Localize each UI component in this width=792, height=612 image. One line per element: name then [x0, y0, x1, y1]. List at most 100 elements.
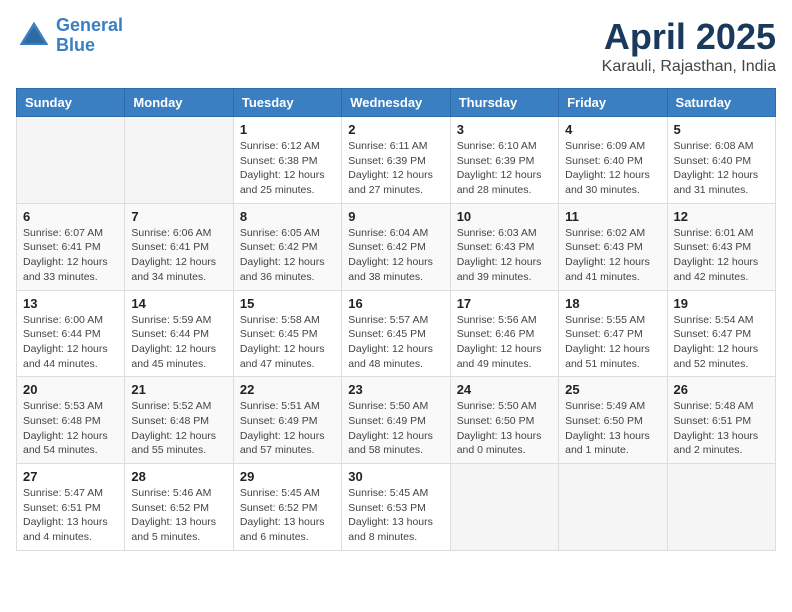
day-number: 11 [565, 209, 660, 224]
calendar-cell: 12 Sunrise: 6:01 AM Sunset: 6:43 PM Dayli… [667, 203, 775, 290]
calendar-cell: 23Sunrise: 5:50 AM Sunset: 6:49 PM Dayli… [342, 377, 450, 464]
day-number: 6 [23, 209, 118, 224]
day-number: 9 [348, 209, 443, 224]
calendar-cell: 9 Sunrise: 6:04 AM Sunset: 6:42 PM Daylig… [342, 203, 450, 290]
calendar-cell: 25 Sunrise: 5:49 AM Sunset: 6:50 PM Dayli… [559, 377, 667, 464]
calendar-cell: 29 Sunrise: 5:45 AM Sunset: 6:52 PM Dayli… [233, 464, 341, 551]
day-number: 4 [565, 122, 660, 137]
day-info: Sunrise: 6:08 AM Sunset: 6:40 PM Dayligh… [674, 139, 769, 198]
day-number: 20 [23, 382, 118, 397]
day-info: Sunrise: 5:55 AM Sunset: 6:47 PM Dayligh… [565, 313, 660, 372]
day-number: 12 [674, 209, 769, 224]
calendar-cell: 21Sunrise: 5:52 AM Sunset: 6:48 PM Dayli… [125, 377, 233, 464]
logo-line2: Blue [56, 35, 95, 55]
day-info: Sunrise: 5:59 AM Sunset: 6:44 PM Dayligh… [131, 313, 226, 372]
calendar-cell: 30Sunrise: 5:45 AM Sunset: 6:53 PM Dayli… [342, 464, 450, 551]
day-info: Sunrise: 5:56 AM Sunset: 6:46 PM Dayligh… [457, 313, 552, 372]
weekday-header-wednesday: Wednesday [342, 89, 450, 117]
calendar-cell [559, 464, 667, 551]
day-info: Sunrise: 6:00 AM Sunset: 6:44 PM Dayligh… [23, 313, 118, 372]
day-info: Sunrise: 6:09 AM Sunset: 6:40 PM Dayligh… [565, 139, 660, 198]
calendar: SundayMondayTuesdayWednesdayThursdayFrid… [16, 88, 776, 551]
day-info: Sunrise: 5:49 AM Sunset: 6:50 PM Dayligh… [565, 399, 660, 458]
logo-icon [16, 18, 52, 54]
day-number: 3 [457, 122, 552, 137]
day-number: 23 [348, 382, 443, 397]
day-number: 8 [240, 209, 335, 224]
day-number: 16 [348, 296, 443, 311]
day-number: 5 [674, 122, 769, 137]
calendar-cell: 22 Sunrise: 5:51 AM Sunset: 6:49 PM Dayli… [233, 377, 341, 464]
location-title: Karauli, Rajasthan, India [602, 58, 776, 76]
day-info: Sunrise: 6:05 AM Sunset: 6:42 PM Dayligh… [240, 226, 335, 285]
weekday-header-tuesday: Tuesday [233, 89, 341, 117]
weekday-header-thursday: Thursday [450, 89, 558, 117]
weekday-header-friday: Friday [559, 89, 667, 117]
calendar-week-row: 13 Sunrise: 6:00 AM Sunset: 6:44 PM Dayli… [17, 290, 776, 377]
calendar-cell: 8 Sunrise: 6:05 AM Sunset: 6:42 PM Daylig… [233, 203, 341, 290]
day-info: Sunrise: 5:46 AM Sunset: 6:52 PM Dayligh… [131, 486, 226, 545]
day-number: 25 [565, 382, 660, 397]
calendar-cell: 11Sunrise: 6:02 AM Sunset: 6:43 PM Dayli… [559, 203, 667, 290]
day-info: Sunrise: 6:11 AM Sunset: 6:39 PM Dayligh… [348, 139, 443, 198]
calendar-cell: 1 Sunrise: 6:12 AM Sunset: 6:38 PM Daylig… [233, 117, 341, 204]
calendar-header-row: SundayMondayTuesdayWednesdayThursdayFrid… [17, 89, 776, 117]
day-number: 2 [348, 122, 443, 137]
day-number: 7 [131, 209, 226, 224]
day-info: Sunrise: 5:48 AM Sunset: 6:51 PM Dayligh… [674, 399, 769, 458]
day-number: 29 [240, 469, 335, 484]
day-info: Sunrise: 6:01 AM Sunset: 6:43 PM Dayligh… [674, 226, 769, 285]
day-info: Sunrise: 5:50 AM Sunset: 6:50 PM Dayligh… [457, 399, 552, 458]
day-info: Sunrise: 5:54 AM Sunset: 6:47 PM Dayligh… [674, 313, 769, 372]
day-number: 26 [674, 382, 769, 397]
day-number: 14 [131, 296, 226, 311]
calendar-cell: 26 Sunrise: 5:48 AM Sunset: 6:51 PM Dayli… [667, 377, 775, 464]
day-number: 22 [240, 382, 335, 397]
day-number: 1 [240, 122, 335, 137]
weekday-header-saturday: Saturday [667, 89, 775, 117]
header: General Blue April 2025 Karauli, Rajasth… [16, 16, 776, 76]
calendar-week-row: 6 Sunrise: 6:07 AM Sunset: 6:41 PM Daylig… [17, 203, 776, 290]
day-info: Sunrise: 6:06 AM Sunset: 6:41 PM Dayligh… [131, 226, 226, 285]
calendar-week-row: 27Sunrise: 5:47 AM Sunset: 6:51 PM Dayli… [17, 464, 776, 551]
calendar-cell [450, 464, 558, 551]
day-info: Sunrise: 5:51 AM Sunset: 6:49 PM Dayligh… [240, 399, 335, 458]
logo: General Blue [16, 16, 123, 56]
calendar-cell: 2 Sunrise: 6:11 AM Sunset: 6:39 PM Daylig… [342, 117, 450, 204]
weekday-header-sunday: Sunday [17, 89, 125, 117]
day-number: 13 [23, 296, 118, 311]
day-info: Sunrise: 6:04 AM Sunset: 6:42 PM Dayligh… [348, 226, 443, 285]
calendar-cell: 14 Sunrise: 5:59 AM Sunset: 6:44 PM Dayli… [125, 290, 233, 377]
calendar-cell: 6 Sunrise: 6:07 AM Sunset: 6:41 PM Daylig… [17, 203, 125, 290]
day-number: 17 [457, 296, 552, 311]
day-info: Sunrise: 6:07 AM Sunset: 6:41 PM Dayligh… [23, 226, 118, 285]
calendar-cell: 13 Sunrise: 6:00 AM Sunset: 6:44 PM Dayli… [17, 290, 125, 377]
calendar-cell: 28Sunrise: 5:46 AM Sunset: 6:52 PM Dayli… [125, 464, 233, 551]
day-number: 18 [565, 296, 660, 311]
title-area: April 2025 Karauli, Rajasthan, India [602, 16, 776, 76]
day-info: Sunrise: 5:58 AM Sunset: 6:45 PM Dayligh… [240, 313, 335, 372]
calendar-cell: 19 Sunrise: 5:54 AM Sunset: 6:47 PM Dayli… [667, 290, 775, 377]
month-title: April 2025 [602, 16, 776, 58]
day-info: Sunrise: 5:53 AM Sunset: 6:48 PM Dayligh… [23, 399, 118, 458]
calendar-cell: 3Sunrise: 6:10 AM Sunset: 6:39 PM Daylig… [450, 117, 558, 204]
day-number: 24 [457, 382, 552, 397]
day-number: 30 [348, 469, 443, 484]
calendar-cell: 15Sunrise: 5:58 AM Sunset: 6:45 PM Dayli… [233, 290, 341, 377]
calendar-cell [667, 464, 775, 551]
calendar-cell: 4 Sunrise: 6:09 AM Sunset: 6:40 PM Daylig… [559, 117, 667, 204]
calendar-week-row: 1 Sunrise: 6:12 AM Sunset: 6:38 PM Daylig… [17, 117, 776, 204]
day-info: Sunrise: 5:45 AM Sunset: 6:52 PM Dayligh… [240, 486, 335, 545]
weekday-header-monday: Monday [125, 89, 233, 117]
day-number: 21 [131, 382, 226, 397]
calendar-cell: 7 Sunrise: 6:06 AM Sunset: 6:41 PM Daylig… [125, 203, 233, 290]
calendar-cell [17, 117, 125, 204]
day-info: Sunrise: 6:03 AM Sunset: 6:43 PM Dayligh… [457, 226, 552, 285]
logo-line1: General [56, 15, 123, 35]
day-number: 27 [23, 469, 118, 484]
calendar-cell: 18 Sunrise: 5:55 AM Sunset: 6:47 PM Dayli… [559, 290, 667, 377]
day-number: 19 [674, 296, 769, 311]
day-info: Sunrise: 6:12 AM Sunset: 6:38 PM Dayligh… [240, 139, 335, 198]
day-info: Sunrise: 5:57 AM Sunset: 6:45 PM Dayligh… [348, 313, 443, 372]
calendar-cell: 24 Sunrise: 5:50 AM Sunset: 6:50 PM Dayli… [450, 377, 558, 464]
